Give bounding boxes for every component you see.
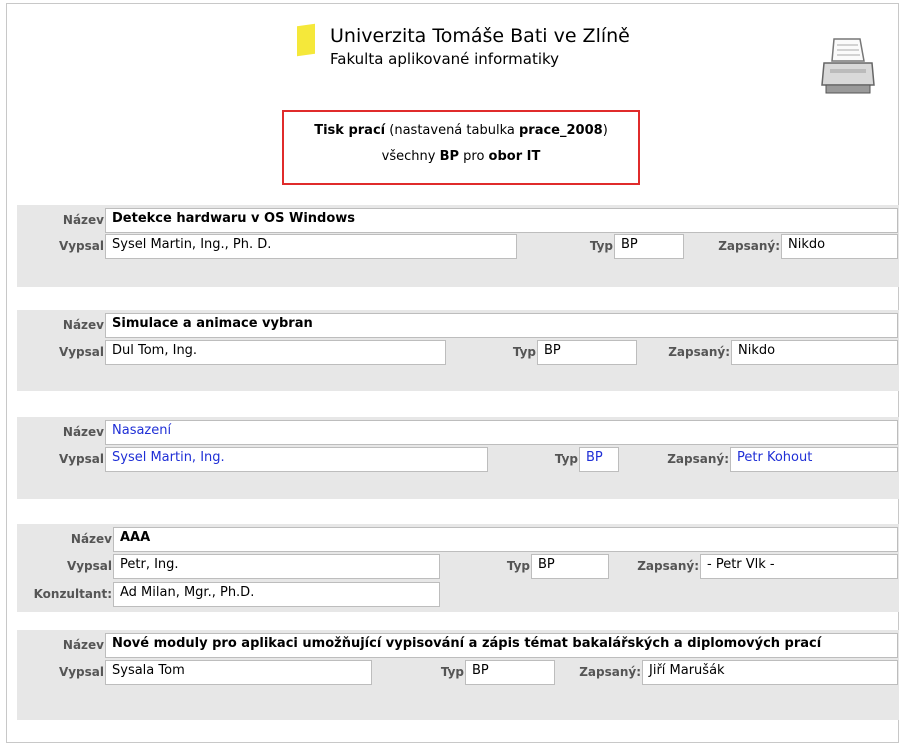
student-value: - Petr Vlk - [700,554,898,579]
print-title: Tisk prací [314,123,386,138]
student-value: Jiří Marušák [642,660,898,685]
faculty-name: Fakulta aplikované informatiky [330,50,560,68]
nazev-label: Název [70,532,112,546]
nazev-label: Název [62,213,104,227]
supervisor-value: Dul Tom, Ing. [105,340,446,365]
work-title: AAA [113,527,898,552]
type-value[interactable]: BP [579,447,619,472]
supervisor-value: Sysala Tom [105,660,372,685]
zapsany-label: Zapsaný: [668,345,730,359]
filter-type: BP [439,149,459,164]
vypsal-label: Vypsal [58,665,104,679]
filter-all: všechny [381,149,436,164]
type-value: BP [614,234,684,259]
nazev-label: Název [62,425,104,439]
supervisor-value[interactable]: Sysel Martin, Ing. [105,447,488,472]
typ-label: Typ [589,239,613,253]
print-info-box: Tisk prací (nastavená tabulka prace_2008… [282,110,640,185]
typ-label: Typ [554,452,578,466]
vypsal-label: Vypsal [58,452,104,466]
student-value[interactable]: Petr Kohout [730,447,898,472]
student-value: Nikdo [731,340,898,365]
print-info-line2: všechny BP pro obor IT [284,149,638,164]
supervisor-value: Sysel Martin, Ing., Ph. D. [105,234,517,259]
konzultant-label: Konzultant: [33,587,112,601]
zapsany-label: Zapsaný: [718,239,780,253]
vypsal-label: Vypsal [58,239,104,253]
vypsal-label: Vypsal [66,559,112,573]
supervisor-value: Petr, Ing. [113,554,440,579]
consultant-value: Ad Milan, Mgr., Ph.D. [113,582,440,607]
work-title: Nové moduly pro aplikaci umožňující vypi… [105,633,898,658]
work-block: Název Nové moduly pro aplikaci umožňujíc… [17,630,899,720]
nazev-label: Název [62,638,104,652]
student-value: Nikdo [781,234,898,259]
work-block: Název Nasazení Vypsal Sysel Martin, Ing.… [17,417,899,499]
typ-label: Typ [512,345,536,359]
zapsany-label: Zapsaný: [579,665,641,679]
work-block: Název AAA Vypsal Petr, Ing. Typ BP Zapsa… [17,524,899,612]
university-name: Univerzita Tomáše Bati ve Zlíně [330,25,630,47]
print-paren: ) [602,123,608,138]
zapsany-label: Zapsaný: [667,452,729,466]
type-value: BP [531,554,609,579]
type-value: BP [537,340,637,365]
zapsany-label: Zapsaný: [637,559,699,573]
university-logo-icon [297,23,315,57]
work-block: Název Simulace a animace vybran Vypsal D… [17,310,899,391]
printer-icon[interactable] [820,35,876,97]
print-table-name: prace_2008 [518,123,603,138]
typ-label: Typ [440,665,464,679]
print-info-line1: Tisk prací (nastavená tabulka prace_2008… [284,123,638,138]
work-block: Název Detekce hardwaru v OS Windows Vyps… [17,205,899,287]
nazev-label: Název [62,318,104,332]
vypsal-label: Vypsal [58,345,104,359]
typ-label: Typ [506,559,530,573]
work-title[interactable]: Nasazení [105,420,898,445]
filter-field: obor IT [488,149,541,164]
work-title: Simulace a animace vybran [105,313,898,338]
filter-for: pro [463,149,485,164]
print-table-label: (nastavená tabulka [389,123,515,138]
type-value: BP [465,660,555,685]
work-title: Detekce hardwaru v OS Windows [105,208,898,233]
